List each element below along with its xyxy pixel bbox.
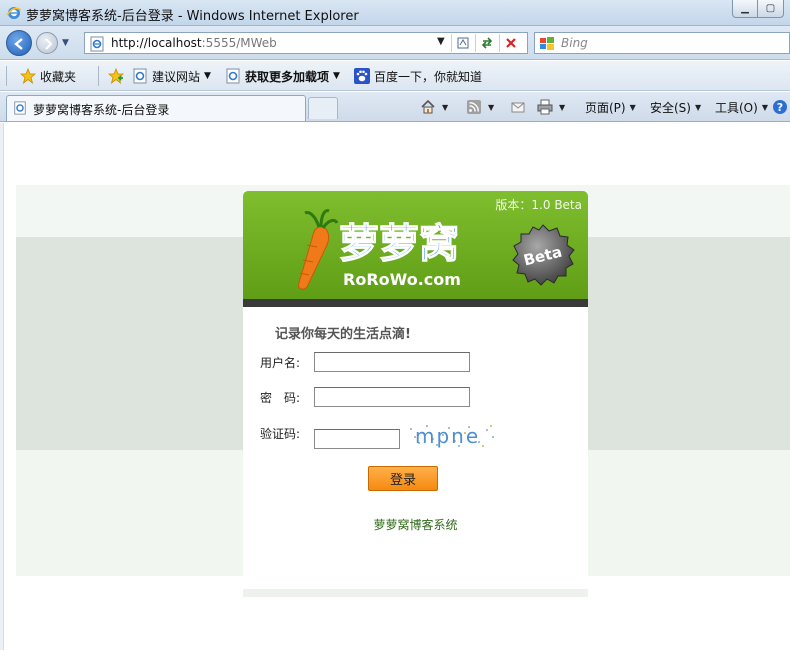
rorowo-logo: 萝萝窝 RoRoWo.com	[298, 209, 461, 290]
password-input[interactable]	[314, 387, 470, 407]
chevron-down-icon: ▼	[694, 102, 702, 112]
home-button[interactable]: ▼	[420, 98, 448, 116]
ie-logo-icon	[6, 7, 22, 19]
page-viewport: 版本：1.0 Beta 萝萝窝 RoRoWo.com Beta 记录你每天的生活…	[0, 123, 790, 650]
page-menu[interactable]: 页面(P) ▼	[585, 98, 636, 116]
help-button[interactable]: ?	[772, 98, 790, 116]
compatibility-icon	[457, 37, 468, 49]
username-input[interactable]	[314, 352, 470, 372]
back-arrow-icon	[14, 38, 23, 50]
chevron-down-icon: ▼	[761, 102, 768, 112]
baidu-paw-icon	[354, 68, 370, 84]
tab-label: 萝萝窝博客系统-后台登录	[33, 103, 170, 117]
new-tab-button[interactable]	[308, 97, 338, 119]
toolbar-grip	[6, 66, 7, 86]
version-label: 版本：1.0 Beta	[495, 198, 582, 212]
rss-feed-icon	[467, 100, 481, 114]
compatibility-view-button[interactable]	[451, 34, 473, 52]
search-box[interactable]: Bing	[534, 32, 790, 54]
safety-menu[interactable]: 安全(S) ▼	[650, 98, 701, 116]
favorites-bar: 收藏夹 建议网站 ▼ 获取更多加载项 ▼ 百度一下，你就知道	[0, 61, 790, 91]
chevron-down-icon: ▼	[442, 102, 449, 112]
address-dropdown-icon[interactable]: ▼	[437, 36, 445, 47]
username-label: 用户名:	[260, 356, 301, 370]
add-favorite-icon	[108, 68, 124, 84]
maximize-button[interactable]: ▢	[758, 0, 784, 18]
favorites-button[interactable]: 收藏夹	[20, 67, 76, 85]
chevron-down-icon: ▼	[629, 102, 636, 112]
tab-login-page[interactable]: 萝萝窝博客系统-后台登录	[6, 95, 306, 121]
beta-badge-icon: Beta	[512, 224, 575, 286]
url-path: :5555/MWeb	[201, 36, 277, 50]
windows-flag-icon	[540, 37, 554, 50]
captcha-input[interactable]	[314, 429, 400, 449]
panel-bottom-bar	[243, 589, 588, 597]
stop-button[interactable]	[499, 34, 521, 52]
refresh-icon	[481, 37, 492, 49]
toolbar-separator	[98, 66, 99, 86]
minimize-button[interactable]: ▁	[732, 0, 758, 18]
address-bar[interactable]: http://localhost:5555/MWeb ▼	[84, 32, 528, 54]
read-mail-button[interactable]	[510, 98, 528, 116]
captcha-text: mpne	[415, 424, 480, 448]
captcha-label: 验证码:	[260, 427, 301, 441]
favorites-label: 收藏夹	[40, 69, 77, 84]
address-url[interactable]: http://localhost:5555/MWeb	[111, 36, 277, 50]
chevron-down-icon: ▼	[204, 71, 211, 81]
back-button[interactable]	[6, 30, 32, 56]
svg-text:?: ?	[777, 101, 783, 114]
chevron-down-icon: ▼	[488, 102, 495, 112]
recent-pages-dropdown[interactable]: ▼	[62, 38, 69, 48]
login-button[interactable]: 登录	[368, 466, 438, 491]
stop-icon	[505, 38, 516, 48]
page-menu-label: 页面(P)	[585, 100, 626, 115]
suggested-sites-link[interactable]: 建议网站 ▼	[132, 67, 211, 85]
baidu-link[interactable]: 百度一下，你就知道	[354, 67, 482, 85]
logo-text: 萝萝窝	[339, 221, 459, 267]
login-header: 版本：1.0 Beta 萝萝窝 RoRoWo.com Beta	[243, 191, 588, 301]
tools-menu-label: 工具(O)	[715, 100, 758, 115]
refresh-button[interactable]	[475, 34, 497, 52]
suggested-sites-label: 建议网站	[152, 69, 201, 84]
help-icon: ?	[773, 100, 787, 114]
captcha-image[interactable]: mpne	[407, 423, 497, 449]
header-divider	[243, 299, 588, 307]
tools-menu[interactable]: 工具(O) ▼	[715, 98, 768, 116]
login-panel: 版本：1.0 Beta 萝萝窝 RoRoWo.com Beta 记录你每天的生活…	[243, 191, 588, 601]
safety-menu-label: 安全(S)	[650, 100, 691, 115]
baidu-label: 百度一下，你就知道	[374, 69, 483, 84]
chevron-down-icon: ▼	[559, 102, 566, 112]
suggested-sites-icon	[133, 68, 147, 84]
password-label: 密 码:	[260, 391, 301, 405]
slogan: 记录你每天的生活点滴!	[275, 327, 411, 342]
printer-icon	[537, 99, 553, 115]
print-button[interactable]: ▼	[537, 98, 565, 116]
mail-icon	[511, 102, 525, 113]
carrot-icon	[298, 209, 339, 290]
feeds-button[interactable]: ▼	[466, 98, 494, 116]
window-titlebar: 萝萝窝博客系统-后台登录 - Windows Internet Explorer…	[0, 0, 790, 26]
add-to-favorites-bar-button[interactable]	[108, 67, 128, 85]
search-placeholder: Bing	[561, 36, 588, 50]
page-icon	[90, 36, 104, 52]
window-title: 萝萝窝博客系统-后台登录 - Windows Internet Explorer	[26, 9, 359, 24]
forward-button[interactable]	[36, 32, 58, 54]
footer-text: 萝萝窝博客系统	[373, 518, 458, 532]
home-icon	[421, 99, 435, 114]
page-icon	[14, 101, 26, 115]
tab-bar: 萝萝窝博客系统-后台登录 ▼ ▼ ▼ 页面(P) ▼ 安全(S) ▼ 工具(O)…	[0, 92, 790, 122]
addons-icon	[226, 68, 240, 84]
logo-domain: RoRoWo.com	[343, 270, 461, 289]
get-more-addons-label: 获取更多加载项	[245, 69, 330, 84]
get-more-addons-link[interactable]: 获取更多加载项 ▼	[225, 67, 340, 85]
forward-arrow-icon	[45, 38, 53, 50]
window-controls: ▁ ▢	[732, 0, 784, 20]
navigation-bar: ▼ http://localhost:5555/MWeb ▼ Bing	[0, 26, 790, 60]
favorites-star-icon	[20, 68, 36, 84]
chevron-down-icon: ▼	[333, 71, 340, 81]
window-left-edge	[0, 123, 4, 650]
url-host: http://localhost	[111, 36, 202, 50]
